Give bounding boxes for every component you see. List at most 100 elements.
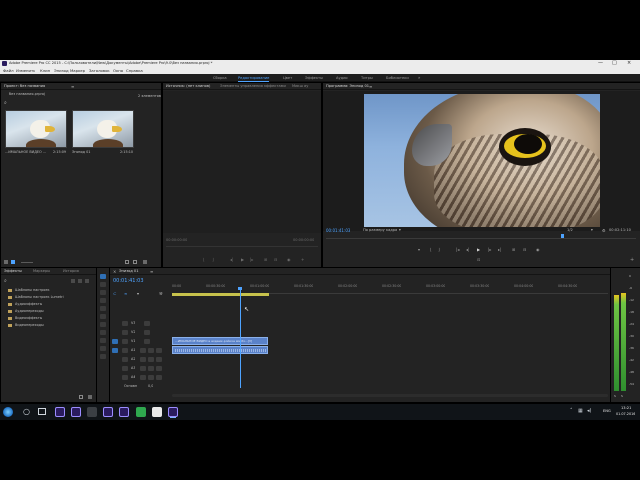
compare-icon[interactable]: ⊡ <box>477 257 480 262</box>
tab-history[interactable]: История <box>63 269 79 273</box>
mark-out-icon[interactable]: ⌋ <box>438 247 440 252</box>
export-frame-icon[interactable]: ◉ <box>287 257 291 262</box>
workspace-editing[interactable]: Редактирование <box>238 76 270 82</box>
tray-up-arrow-icon[interactable]: ˄ <box>570 408 573 414</box>
search-icon[interactable]: ⌕ <box>4 278 7 284</box>
work-area-bar[interactable] <box>172 293 269 296</box>
step-forward-icon[interactable]: |▸ <box>488 247 491 252</box>
tab-project[interactable]: Проект: без названия <box>4 84 45 88</box>
timeline-scrollbar[interactable] <box>172 394 608 397</box>
menu-window[interactable]: Окно <box>113 68 123 73</box>
playhead-handle[interactable] <box>238 287 243 290</box>
windows-start-icon[interactable] <box>3 407 13 417</box>
mute-icon[interactable] <box>140 375 146 380</box>
panel-menu-icon[interactable]: ≡ <box>150 269 153 274</box>
rate-stretch-tool-icon[interactable] <box>100 306 106 311</box>
go-to-in-icon[interactable]: |◂ <box>456 247 459 252</box>
workspace-titles[interactable]: Титры <box>361 76 373 80</box>
solo-button[interactable]: S <box>621 394 623 398</box>
solo-icon[interactable] <box>148 366 154 371</box>
audio-clip[interactable] <box>172 346 268 354</box>
clock-time[interactable]: 13:21 <box>621 406 631 410</box>
eye-icon[interactable] <box>144 330 150 335</box>
app-taskbar-icon[interactable] <box>152 407 162 417</box>
linked-selection-icon[interactable]: ∞ <box>124 291 127 296</box>
search-icon[interactable]: ○ <box>23 407 30 416</box>
mic-icon[interactable] <box>156 348 162 353</box>
tab-source[interactable]: Источник: (нет клипов) <box>166 84 210 88</box>
mute-icon[interactable] <box>140 348 146 353</box>
mic-icon[interactable] <box>156 375 162 380</box>
new-bin-icon[interactable] <box>125 260 129 264</box>
wrench-icon[interactable]: ⚙ <box>602 228 606 233</box>
play-icon[interactable]: ▶ <box>477 247 480 252</box>
maximize-button[interactable]: □ <box>612 60 617 66</box>
track-label[interactable]: V1 <box>131 339 135 343</box>
lock-icon[interactable] <box>122 357 128 362</box>
export-frame-icon[interactable]: ◉ <box>536 247 540 252</box>
workspace-color[interactable]: Цвет <box>283 76 292 80</box>
menu-title[interactable]: Заголовок <box>89 68 110 73</box>
tab-program[interactable]: Программа: Эпизод 01 <box>326 84 369 88</box>
search-icon[interactable]: ⌕ <box>4 100 7 106</box>
source-patch-v1[interactable] <box>112 339 118 344</box>
tab-sequence[interactable]: Эпизод 01 <box>119 269 139 273</box>
step-forward-icon[interactable]: |▸ <box>250 257 253 262</box>
trash-icon[interactable] <box>88 395 92 399</box>
add-button-icon[interactable]: + <box>301 257 304 262</box>
mute-icon[interactable] <box>140 357 146 362</box>
effects-folder[interactable]: Шаблоны настроек <box>4 288 94 293</box>
lock-icon[interactable] <box>122 375 128 380</box>
effects-folder[interactable]: Видеоэффекты <box>4 316 94 321</box>
eye-icon[interactable] <box>144 339 150 344</box>
close-button[interactable]: × <box>627 60 631 66</box>
track-label[interactable]: A2 <box>131 357 135 361</box>
playhead[interactable] <box>239 288 241 388</box>
close-icon[interactable]: × <box>113 269 116 274</box>
program-fit-select[interactable]: По размеру кадра <box>363 228 397 232</box>
video-clip[interactable]: ...ИМАЛЬНОЕ ВИДЕО в ахдамк-ройкхе мм бх.… <box>172 337 268 345</box>
explorer-taskbar-icon[interactable] <box>87 407 97 417</box>
panel-menu-icon[interactable]: ≡ <box>369 84 372 89</box>
lift-icon[interactable]: ⊞ <box>512 247 515 252</box>
ripple-edit-tool-icon[interactable] <box>100 290 106 295</box>
menu-marker[interactable]: Маркер <box>70 68 85 73</box>
list-view-icon[interactable] <box>4 260 8 264</box>
workspace-libraries[interactable]: Библиотеки <box>386 76 409 80</box>
workspace-audio[interactable]: Аудио <box>336 76 348 80</box>
clock-date[interactable]: 01.07.2016 <box>616 412 635 416</box>
track-label[interactable]: A3 <box>131 366 135 370</box>
timeline-timecode[interactable]: 00:01:41:03 <box>113 278 144 284</box>
track-label[interactable]: A1 <box>131 348 135 352</box>
track-select-tool-icon[interactable] <box>100 282 106 287</box>
menu-sequence[interactable]: Эпизод <box>54 68 69 73</box>
premiere-taskbar-icon-active[interactable] <box>168 407 178 417</box>
pen-tool-icon[interactable] <box>100 338 106 343</box>
zoom-slider[interactable] <box>21 262 33 263</box>
snap-icon[interactable]: ⊂ <box>113 291 116 296</box>
chrome-taskbar-icon[interactable] <box>136 407 146 417</box>
marker-icon[interactable]: ▾ <box>418 247 420 252</box>
program-quality-select[interactable]: 1/2 <box>567 228 573 232</box>
step-back-icon[interactable]: ◂| <box>230 257 233 262</box>
effects-folder[interactable]: Аудиопереходы <box>4 309 94 314</box>
chevron-down-icon[interactable]: ▾ <box>591 228 593 232</box>
lock-icon[interactable] <box>122 366 128 371</box>
lock-icon[interactable] <box>122 339 128 344</box>
tab-audio-mixer[interactable]: Микш ау <box>292 84 308 88</box>
selection-tool-icon[interactable] <box>100 274 106 279</box>
go-to-out-icon[interactable]: ▸| <box>498 247 501 252</box>
minimize-button[interactable]: — <box>598 60 603 66</box>
premiere-taskbar-icon[interactable] <box>119 407 129 417</box>
program-scrubber[interactable] <box>326 236 636 239</box>
network-icon[interactable]: ▦ <box>578 408 583 414</box>
tab-effects[interactable]: Эффекты <box>4 269 22 273</box>
lock-icon[interactable] <box>122 348 128 353</box>
hand-tool-icon[interactable] <box>100 346 106 351</box>
workspace-effects[interactable]: Эффекты <box>305 76 323 80</box>
premiere-taskbar-icon[interactable] <box>103 407 113 417</box>
input-language[interactable]: ENG <box>603 409 611 413</box>
add-marker-icon[interactable]: ▾ <box>137 291 139 296</box>
mark-out-icon[interactable]: ⌋ <box>212 257 214 262</box>
menu-file[interactable]: Файл <box>3 68 14 73</box>
